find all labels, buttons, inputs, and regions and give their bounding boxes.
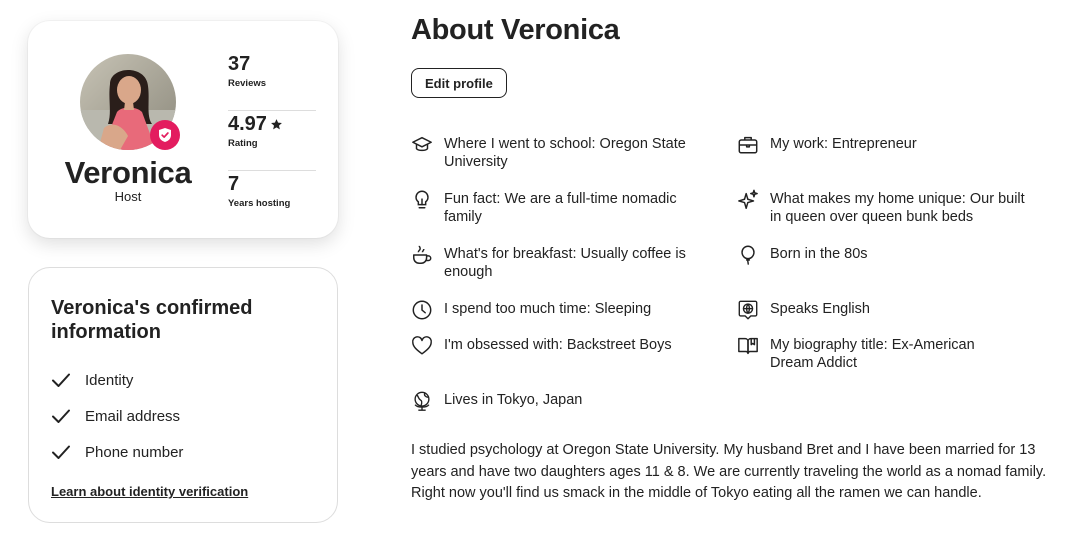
fact-text: Speaks English — [770, 301, 870, 317]
stat-label: Years hosting — [228, 198, 291, 209]
speech-globe-icon — [737, 299, 759, 321]
stat-years-hosting: 7 Years hosting — [228, 171, 316, 231]
confirmed-item-label: Phone number — [85, 443, 184, 461]
graduation-cap-icon — [411, 134, 433, 156]
edit-profile-button[interactable]: Edit profile — [411, 68, 507, 98]
balloon-icon — [737, 244, 759, 266]
globe-pin-icon — [411, 390, 433, 412]
fact-obsessed: I'm obsessed with: Backstreet Boys — [411, 336, 709, 357]
fact-breakfast: What's for breakfast: Usually coffee is … — [411, 245, 694, 281]
fact-text: My work: Entrepreneur — [770, 136, 917, 152]
confirmed-item-phone: Phone number — [51, 434, 315, 470]
host-role: Host — [114, 189, 142, 204]
host-stats: 37 Reviews 4.97 Rating 7 Years hosting — [228, 51, 316, 231]
sparkles-icon — [737, 189, 759, 211]
stat-reviews[interactable]: 37 Reviews — [228, 51, 316, 111]
learn-identity-verification-link[interactable]: Learn about identity verification — [51, 484, 248, 499]
confirmed-item-label: Email address — [85, 407, 181, 425]
page-title: About Veronica — [411, 14, 620, 46]
fact-text: What makes my home unique: Our built in … — [770, 191, 1025, 225]
fact-lives-in: Lives in Tokyo, Japan — [411, 391, 709, 412]
shield-check-icon — [159, 128, 171, 142]
fact-text: What's for breakfast: Usually coffee is … — [444, 246, 686, 280]
fact-work: My work: Entrepreneur — [737, 135, 1035, 156]
coffee-icon — [411, 244, 433, 266]
profile-card: Veronica Host 37 Reviews 4.97 Rating 7 Y… — [28, 21, 338, 238]
clock-icon — [411, 299, 433, 321]
fact-text: I spend too much time: Sleeping — [444, 301, 652, 317]
confirmed-info-list: Identity Email address Phone number — [51, 362, 315, 470]
fact-fun-fact: Fun fact: We are a full-time nomadic fam… — [411, 190, 694, 226]
confirmed-item-email: Email address — [51, 398, 315, 434]
fact-text: Lives in Tokyo, Japan — [444, 392, 583, 408]
years-hosting-value: 7 — [228, 173, 240, 195]
fact-text: My biography title: Ex-American Dream Ad… — [770, 337, 975, 371]
star-icon — [271, 118, 282, 129]
checkmark-icon — [52, 445, 70, 459]
fact-text: Where I went to school: Oregon State Uni… — [444, 136, 686, 170]
book-icon — [737, 335, 759, 357]
confirmed-info-card: Veronica's confirmed information Identit… — [28, 267, 338, 523]
stat-label: Rating — [228, 138, 258, 149]
lightbulb-icon — [411, 189, 433, 211]
briefcase-icon — [737, 134, 759, 156]
stat-rating: 4.97 Rating — [228, 111, 316, 171]
confirmed-item-label: Identity — [85, 371, 134, 389]
confirmed-info-title: Veronica's confirmed information — [51, 297, 253, 343]
checkmark-icon — [52, 409, 70, 423]
fact-school: Where I went to school: Oregon State Uni… — [411, 135, 709, 171]
avatar-wrapper — [80, 54, 180, 150]
stat-label: Reviews — [228, 78, 267, 89]
fact-biography: My biography title: Ex-American Dream Ad… — [737, 336, 1010, 372]
stat-value: 7 — [228, 172, 316, 196]
fact-born: Born in the 80s — [737, 245, 1035, 266]
checkmark-icon — [52, 373, 70, 387]
fact-text: Born in the 80s — [770, 246, 868, 262]
host-bio: I studied psychology at Oregon State Uni… — [411, 442, 1047, 501]
fact-languages: Speaks English — [737, 300, 1035, 321]
fact-too-much-time: I spend too much time: Sleeping — [411, 300, 709, 321]
fact-text: I'm obsessed with: Backstreet Boys — [444, 337, 672, 353]
heart-icon — [411, 335, 433, 357]
reviews-count: 37 — [228, 53, 251, 75]
stat-value: 37 — [228, 52, 316, 76]
rating-value: 4.97 — [228, 113, 267, 135]
verified-badge — [150, 120, 180, 150]
stat-value: 4.97 — [228, 112, 316, 136]
fact-home-unique: What makes my home unique: Our built in … — [737, 189, 1035, 226]
host-name: Veronica — [64, 155, 192, 190]
fact-text: Fun fact: We are a full-time nomadic fam… — [444, 191, 677, 225]
confirmed-item-identity: Identity — [51, 362, 315, 398]
